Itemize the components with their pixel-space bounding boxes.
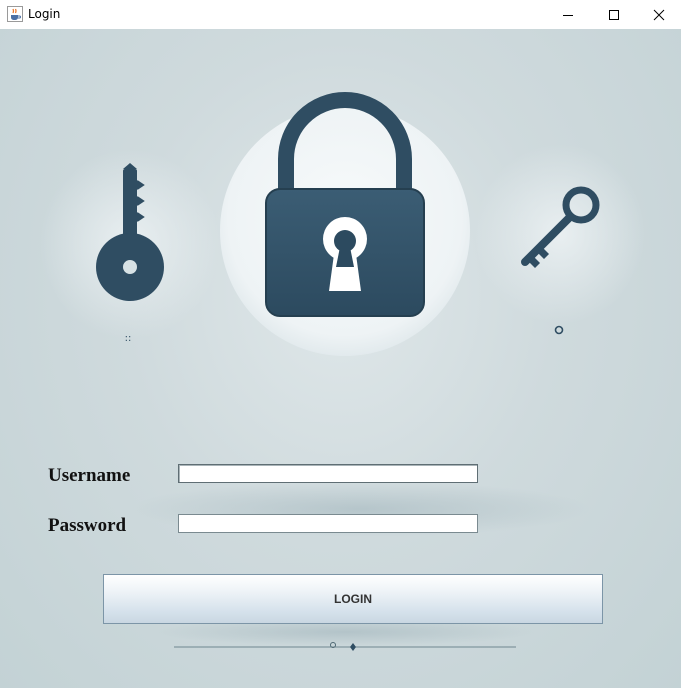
login-panel: :: Username Password LOGIN	[0, 29, 681, 688]
title-bar: Login	[0, 0, 681, 29]
password-input[interactable]	[178, 514, 478, 533]
minimize-button[interactable]	[545, 0, 591, 29]
login-button[interactable]: LOGIN	[103, 574, 603, 624]
left-dots: ::	[125, 333, 132, 344]
java-cup-icon	[7, 6, 23, 22]
close-icon	[653, 9, 665, 20]
close-button[interactable]	[636, 0, 681, 29]
right-dot	[554, 325, 564, 335]
username-label: Username	[48, 465, 131, 486]
window-title: Login	[28, 7, 61, 21]
username-input[interactable]	[178, 464, 478, 483]
right-glow	[475, 144, 645, 324]
maximize-icon	[609, 9, 619, 20]
maximize-button[interactable]	[591, 0, 637, 29]
minimize-icon	[563, 14, 573, 16]
password-label: Password	[48, 515, 127, 536]
